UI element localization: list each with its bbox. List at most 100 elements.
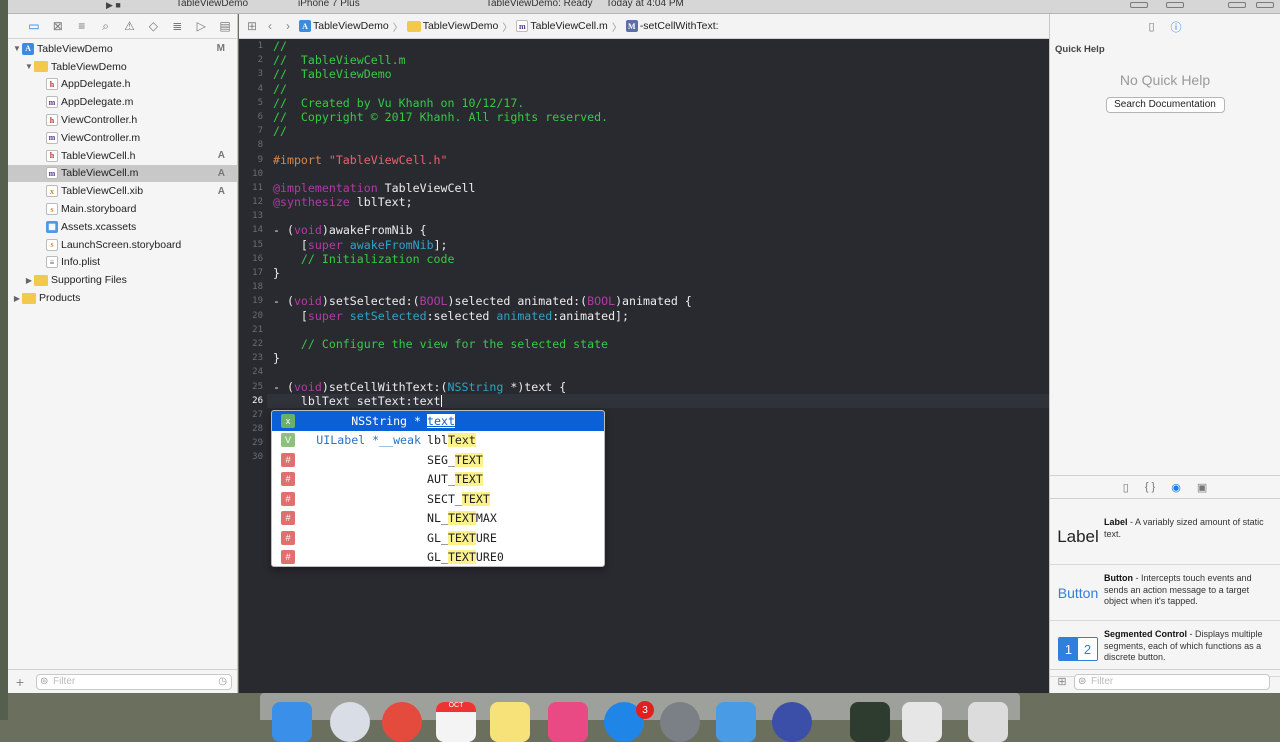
source-control-tab-icon[interactable]: ⊠ <box>46 19 70 33</box>
editor-assistant-icon[interactable] <box>1166 2 1184 8</box>
tree-item[interactable]: ▶ Supporting Files <box>8 271 237 289</box>
related-items-icon[interactable]: ⊞ <box>245 19 259 33</box>
tree-item[interactable]: h TableViewCell.h A <box>8 147 237 165</box>
filter-placeholder: Filter <box>1091 676 1114 687</box>
symbol-tab-icon[interactable]: ≡ <box>70 19 94 33</box>
completion-item[interactable]: # GL_TEXTURE <box>272 528 604 548</box>
button-preview: Button <box>1056 565 1100 621</box>
xib-file-icon: x <box>46 185 58 198</box>
chrome-icon[interactable] <box>382 702 422 742</box>
code-area[interactable]: //// TableViewCell.m// TableViewDemo////… <box>267 39 1049 465</box>
completion-item[interactable]: x NSString * text <box>272 411 604 431</box>
disclosure-triangle-icon[interactable]: ▼ <box>24 62 34 71</box>
inspector-toggle-icon[interactable] <box>1256 2 1274 8</box>
tree-item[interactable]: ▼ A TableViewDemo M <box>8 40 237 58</box>
find-tab-icon[interactable]: ⌕ <box>94 19 118 34</box>
completion-item[interactable]: # NL_TEXTMAX <box>272 509 604 529</box>
crumb-label: TableViewCell.m <box>530 20 608 32</box>
system-preferences-icon[interactable] <box>660 702 700 742</box>
terminal-icon[interactable] <box>850 702 890 742</box>
calendar-icon[interactable]: OCT <box>436 702 476 742</box>
quicktime-icon[interactable] <box>772 702 812 742</box>
tree-item[interactable]: ▶ Products <box>8 289 237 307</box>
completion-text: GL_ <box>427 530 448 545</box>
tree-item[interactable]: x TableViewCell.xib A <box>8 182 237 200</box>
notes-icon[interactable] <box>490 702 530 742</box>
trash-icon[interactable] <box>968 702 1008 742</box>
file-template-icon[interactable]: ▯ <box>1123 481 1129 494</box>
completion-item[interactable]: # SEG_TEXT <box>272 450 604 470</box>
library-filter[interactable]: ⊜ Filter <box>1074 673 1270 690</box>
safari-icon[interactable] <box>330 702 370 742</box>
back-icon[interactable]: ‹ <box>263 19 277 33</box>
code-snippet-icon[interactable]: { } <box>1145 481 1155 493</box>
tree-item[interactable]: h AppDelegate.h <box>8 76 237 94</box>
xcode-icon[interactable] <box>716 702 756 742</box>
completion-kind-icon: # <box>281 530 295 545</box>
folder-tab-icon[interactable]: ▭ <box>22 19 46 33</box>
quick-help-icon[interactable]: ⓘ <box>1171 19 1182 35</box>
search-documentation-button[interactable]: Search Documentation <box>1105 97 1225 113</box>
report-tab-icon[interactable]: ▤ <box>213 19 237 33</box>
tree-item[interactable]: s Main.storyboard <box>8 200 237 218</box>
disclosure-triangle-icon[interactable]: ▶ <box>12 294 22 303</box>
line-number: 27 <box>252 409 263 420</box>
crumb-folder[interactable]: TableViewDemo <box>406 20 498 32</box>
forward-icon[interactable]: › <box>281 19 295 33</box>
tree-item[interactable]: h ViewController.h <box>8 111 237 129</box>
completion-text: URE0 <box>475 550 504 565</box>
crumb-project[interactable]: A TableViewDemo <box>299 20 389 32</box>
scheme-label[interactable]: TableViewDemo <box>176 0 248 9</box>
code-line: // Created by Vu Khanh on 10/12/17. <box>273 96 1049 110</box>
grid-view-icon[interactable]: ⊞ <box>1050 675 1074 688</box>
panel-toggle-icon[interactable] <box>1228 2 1246 8</box>
completion-item[interactable]: # GL_TEXTURE0 <box>272 548 604 567</box>
header-file-icon: h <box>46 149 58 162</box>
run-icon[interactable]: ▶ ■ <box>106 0 121 11</box>
disclosure-triangle-icon[interactable]: ▶ <box>24 276 34 285</box>
line-number-gutter: 1 2 3 4 5 6 7 8 9 10 11 12 13 14 15 16 17 18 19 20 21 22 23 24 2… <box>239 39 267 693</box>
line-number: 11 <box>252 182 263 193</box>
issue-tab-icon[interactable]: ⚠ <box>118 19 142 33</box>
tree-item[interactable]: m AppDelegate.m <box>8 93 237 111</box>
device-label[interactable]: iPhone 7 Plus <box>298 0 360 9</box>
debug-tab-icon[interactable]: ≣ <box>165 19 189 33</box>
finder-icon[interactable] <box>272 702 312 742</box>
itunes-icon[interactable] <box>548 702 588 742</box>
code-line: // <box>273 39 1049 53</box>
add-file-icon[interactable]: + <box>8 674 32 690</box>
editor-standard-icon[interactable] <box>1130 2 1148 8</box>
tree-item[interactable]: ▼ TableViewDemo <box>8 58 237 76</box>
recent-files-icon[interactable]: ◷ <box>218 676 227 687</box>
crumb-file[interactable]: m TableViewCell.m <box>516 20 608 32</box>
completion-item[interactable]: V UILabel *__weak lblText <box>272 431 604 451</box>
disclosure-triangle-icon[interactable]: ▼ <box>12 44 22 53</box>
test-tab-icon[interactable]: ◇ <box>141 19 165 33</box>
tree-item[interactable]: ▦ Assets.xcassets <box>8 218 237 236</box>
tree-item[interactable]: m TableViewCell.m A <box>8 164 237 183</box>
completion-item[interactable]: # AUT_TEXT <box>272 470 604 490</box>
completion-kind-icon: # <box>281 550 295 565</box>
crumb-method[interactable]: M -setCellWithText: <box>625 20 719 32</box>
media-library-icon[interactable]: ▣ <box>1197 481 1207 494</box>
code-token: - ( <box>273 223 294 238</box>
file-inspector-icon[interactable]: ▯ <box>1148 20 1154 33</box>
object-library-icon[interactable]: ◉ <box>1171 481 1181 494</box>
navigator-filter[interactable]: ⊜ Filter ◷ <box>36 673 232 690</box>
tree-item[interactable]: ≡ Info.plist <box>8 254 237 272</box>
library-item-button[interactable]: Button Button - Intercepts touch events … <box>1050 565 1280 621</box>
status-time: Today at 4:04 PM <box>606 0 684 9</box>
library-item-label[interactable]: Label Label - A variably sized amount of… <box>1050 509 1280 565</box>
plist-file-icon: ≡ <box>46 256 58 269</box>
tree-item-label: ViewController.h <box>61 114 138 127</box>
line-number: 5 <box>257 97 263 108</box>
completion-item[interactable]: # SECT_TEXT <box>272 489 604 509</box>
breakpoint-tab-icon[interactable]: ▷ <box>189 19 213 33</box>
tree-item[interactable]: m ViewController.m <box>8 129 237 147</box>
line-number: 16 <box>252 253 263 264</box>
downloads-stack-icon[interactable] <box>902 702 942 742</box>
tree-item[interactable]: s LaunchScreen.storyboard <box>8 236 237 254</box>
completion-kind-icon: # <box>281 491 295 506</box>
